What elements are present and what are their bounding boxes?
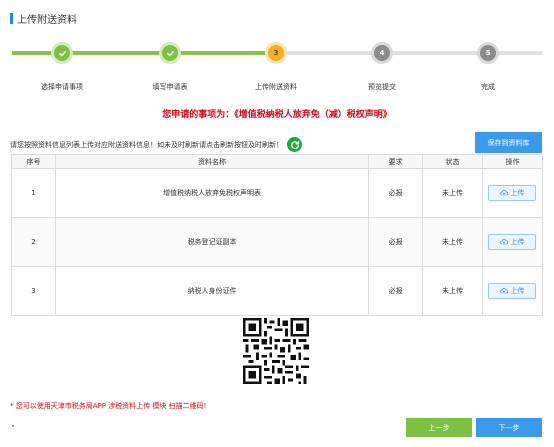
upload-button-label: 上传 xyxy=(510,287,525,295)
cloud-upload-icon xyxy=(500,239,509,245)
row-operation: 上传 xyxy=(481,217,544,267)
row-doc-name: 增值税纳税人放弃免税权声明表 xyxy=(54,168,370,218)
row-seq: 2 xyxy=(11,217,56,267)
table-header-row: 序号 资料名称 要求 状态 操作 xyxy=(11,154,544,169)
row-seq: 1 xyxy=(11,168,56,218)
check-icon xyxy=(162,45,178,61)
table-row: 1 增值税纳税人放弃免税权声明表 必报 未上传 上传 xyxy=(11,168,544,218)
row-doc-name: 税务登记证副本 xyxy=(54,217,370,267)
table-row: 2 税务登记证副本 必报 未上传 上传 xyxy=(11,217,544,267)
check-icon xyxy=(54,45,70,61)
upload-instruction-text: 请您按照资料信息列表上传对应附送资料信息！如未及时刷新请点击刷新按钮及时刷新！ xyxy=(10,140,283,149)
step-3-number: 3 xyxy=(268,45,284,61)
upload-button[interactable]: 上传 xyxy=(488,185,537,201)
page-title-text: 上传附送资料 xyxy=(17,15,77,26)
row-operation: 上传 xyxy=(481,168,544,218)
header-seq: 序号 xyxy=(11,154,56,169)
step-2-node xyxy=(159,42,181,64)
refresh-icon[interactable] xyxy=(287,137,302,152)
step-3-label: 上传附送资料 xyxy=(255,83,297,91)
step-1-node xyxy=(51,42,73,64)
row-status: 未上传 xyxy=(422,168,483,218)
step-5-number: 5 xyxy=(480,45,496,61)
qr-code xyxy=(243,318,309,384)
upload-button[interactable]: 上传 xyxy=(488,283,537,299)
step-4-number: 4 xyxy=(374,45,390,61)
cloud-upload-icon xyxy=(500,288,509,294)
header-name: 资料名称 xyxy=(54,154,370,169)
step-4-node: 4 xyxy=(371,42,393,64)
row-operation: 上传 xyxy=(481,266,544,316)
documents-table: 序号 资料名称 要求 状态 操作 1 增值税纳税人放弃免税权声明表 必报 未上传… xyxy=(11,154,544,316)
prev-step-button[interactable]: 上一步 xyxy=(406,418,472,437)
table-row: 3 纳税人身份证件 必报 未上传 上传 xyxy=(11,266,544,316)
row-requirement: 必报 xyxy=(368,266,424,316)
footer-dot xyxy=(12,425,14,427)
row-status: 未上传 xyxy=(422,266,483,316)
cloud-upload-icon xyxy=(500,190,509,196)
step-5-node: 5 xyxy=(477,42,499,64)
row-status: 未上传 xyxy=(422,217,483,267)
header-operation: 操作 xyxy=(481,154,544,169)
header-status: 状态 xyxy=(422,154,483,169)
upload-button[interactable]: 上传 xyxy=(488,234,537,250)
page-title: 上传附送资料 xyxy=(10,11,77,26)
upload-button-label: 上传 xyxy=(510,238,525,246)
title-accent-bar xyxy=(10,13,13,24)
app-upload-hint: * 您可以使用天津市税务局APP 涉税资料上传 模块 扫描二维码! xyxy=(10,402,207,410)
header-requirement: 要求 xyxy=(368,154,424,169)
application-matter-prefix: 您申请的事项为： xyxy=(162,110,235,120)
upload-button-label: 上传 xyxy=(510,189,525,197)
next-step-button[interactable]: 下一步 xyxy=(476,418,542,437)
row-requirement: 必报 xyxy=(368,217,424,267)
step-3-node: 3 xyxy=(265,42,287,64)
step-4-label: 预览提交 xyxy=(368,83,396,91)
application-matter-name: 《增值税纳税人放弃免（减）税权声明》 xyxy=(234,110,392,120)
upload-instruction: 请您按照资料信息列表上传对应附送资料信息！如未及时刷新请点击刷新按钮及时刷新！ xyxy=(10,137,302,152)
row-seq: 3 xyxy=(11,266,56,316)
step-5-label: 完成 xyxy=(481,83,495,91)
row-requirement: 必报 xyxy=(368,168,424,218)
row-doc-name: 纳税人身份证件 xyxy=(54,266,370,316)
application-matter: 您申请的事项为：《增值税纳税人放弃免（减）税权声明》 xyxy=(0,107,554,120)
step-2-label: 填写申请表 xyxy=(152,83,188,91)
save-to-library-button[interactable]: 保存到资料库 xyxy=(475,132,542,153)
step-1-label: 选择申请事项 xyxy=(41,83,83,91)
